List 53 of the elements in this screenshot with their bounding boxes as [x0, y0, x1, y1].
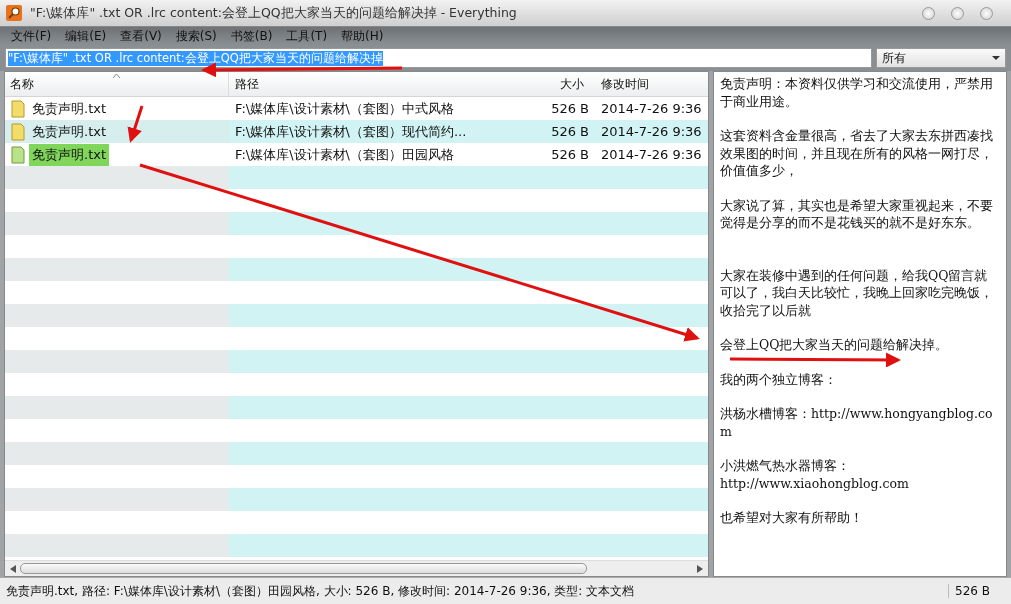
menu-item[interactable]: 编辑(E) — [58, 27, 114, 45]
file-size: 526 B — [550, 123, 589, 141]
preview-text: 会登上QQ把大家当天的问题给解决掉。 — [720, 336, 949, 354]
document-icon — [11, 122, 25, 141]
preview-text: 也希望对大家有所帮助！ — [720, 509, 863, 527]
file-name: 免责声明.txt — [31, 122, 108, 141]
file-path: F:\媒体库\设计素材\（套图）田园风格 — [234, 145, 455, 164]
document-icon — [11, 99, 25, 118]
minimize-button[interactable] — [922, 6, 935, 20]
preview-text: 大家在装修中遇到的任何问题，给我QQ留言就可以了，我白天比较忙，我晚上回家吃完晚饭，收拾完了以后就 — [720, 266, 994, 319]
column-header[interactable]: 名称 — [5, 72, 229, 96]
status-text: 免责声明.txt, 路径: F:\媒体库\设计素材\（套图）田园风格, 大小: 526 B, 修改时间: 2014-7-26 9:36, 类型: 文本文档 — [5, 582, 636, 600]
file-name: 免责声明.txt — [31, 99, 108, 118]
preview-text: 免责声明：本资料仅供学习和交流使用，严禁用于商业用途。 — [720, 75, 994, 110]
annotation-arrow — [127, 105, 144, 143]
caret-icon — [992, 56, 1000, 60]
file-name: 免责声明.txt — [29, 143, 110, 166]
preview-text: 洪杨水槽博客：http://www.hongyangblog.com — [720, 405, 994, 440]
column-header[interactable]: 路径 — [229, 72, 545, 96]
file-size: 526 B — [550, 146, 589, 164]
file-modified: 2014-7-26 9:36 — [600, 100, 703, 118]
menu-item[interactable]: 帮助(H) — [334, 27, 391, 45]
status-size: 526 B — [948, 584, 1005, 598]
preview-text: 这套资料含金量很高，省去了大家去东拼西凑找效果图的时间，并且现在所有的风格一网打尽，价值值多少， — [720, 127, 994, 180]
file-size: 526 B — [550, 100, 589, 118]
preview-text: 小洪燃气热水器博客： — [720, 457, 850, 475]
file-row[interactable]: 免责声明.txt F:\媒体库\设计素材\（套图）田园风格 526 B 2014-7-26 9:36 — [5, 143, 708, 166]
preview-text: http://www.xiaohongblog.com — [720, 474, 909, 492]
file-row[interactable]: 免责声明.txt F:\媒体库\设计素材\（套图）中式风格 526 B 2014-7-26 9:36 — [5, 97, 708, 120]
document-icon — [11, 145, 25, 164]
maximize-button[interactable] — [951, 6, 964, 20]
menu-item[interactable]: 文件(F) — [4, 27, 59, 45]
scroll-left-icon[interactable] — [10, 564, 16, 573]
preview-text: 我的两个独立博客： — [720, 370, 837, 388]
file-path: F:\媒体库\设计素材\（套图）中式风格 — [234, 99, 455, 118]
file-path: F:\媒体库\设计素材\（套图）现代简约... — [234, 122, 468, 141]
column-header[interactable]: 大小 — [545, 72, 589, 96]
scroll-right-icon[interactable] — [697, 564, 703, 573]
sort-icon — [113, 74, 120, 78]
menu-item[interactable]: 书签(B) — [223, 27, 280, 45]
menu-item[interactable]: 查看(V) — [113, 27, 169, 45]
file-modified: 2014-7-26 9:36 — [600, 123, 703, 141]
close-button[interactable] — [980, 6, 993, 20]
window-title: "F:\媒体库" .txt OR .lrc content:会登上QQ把大家当天的问题给解决掉 - Everything — [30, 4, 518, 22]
horizontal-scrollbar[interactable] — [5, 560, 708, 576]
file-row[interactable]: 免责声明.txt F:\媒体库\设计素材\（套图）现代简约... 526 B 2014-7-26 9:36 — [5, 120, 708, 143]
menu-item[interactable]: 搜索(S) — [168, 27, 224, 45]
preview-text: 大家说了算，其实也是希望大家重视起来，不要觉得是分享的而不是花钱买的就不是好东东。 — [720, 196, 994, 232]
magnifier-icon — [6, 5, 22, 21]
column-header[interactable]: 修改时间 — [589, 72, 708, 96]
menu-item[interactable]: 工具(T) — [279, 27, 335, 45]
file-modified: 2014-7-26 9:36 — [600, 146, 703, 164]
filter-dropdown[interactable]: 所有 — [876, 48, 1006, 68]
